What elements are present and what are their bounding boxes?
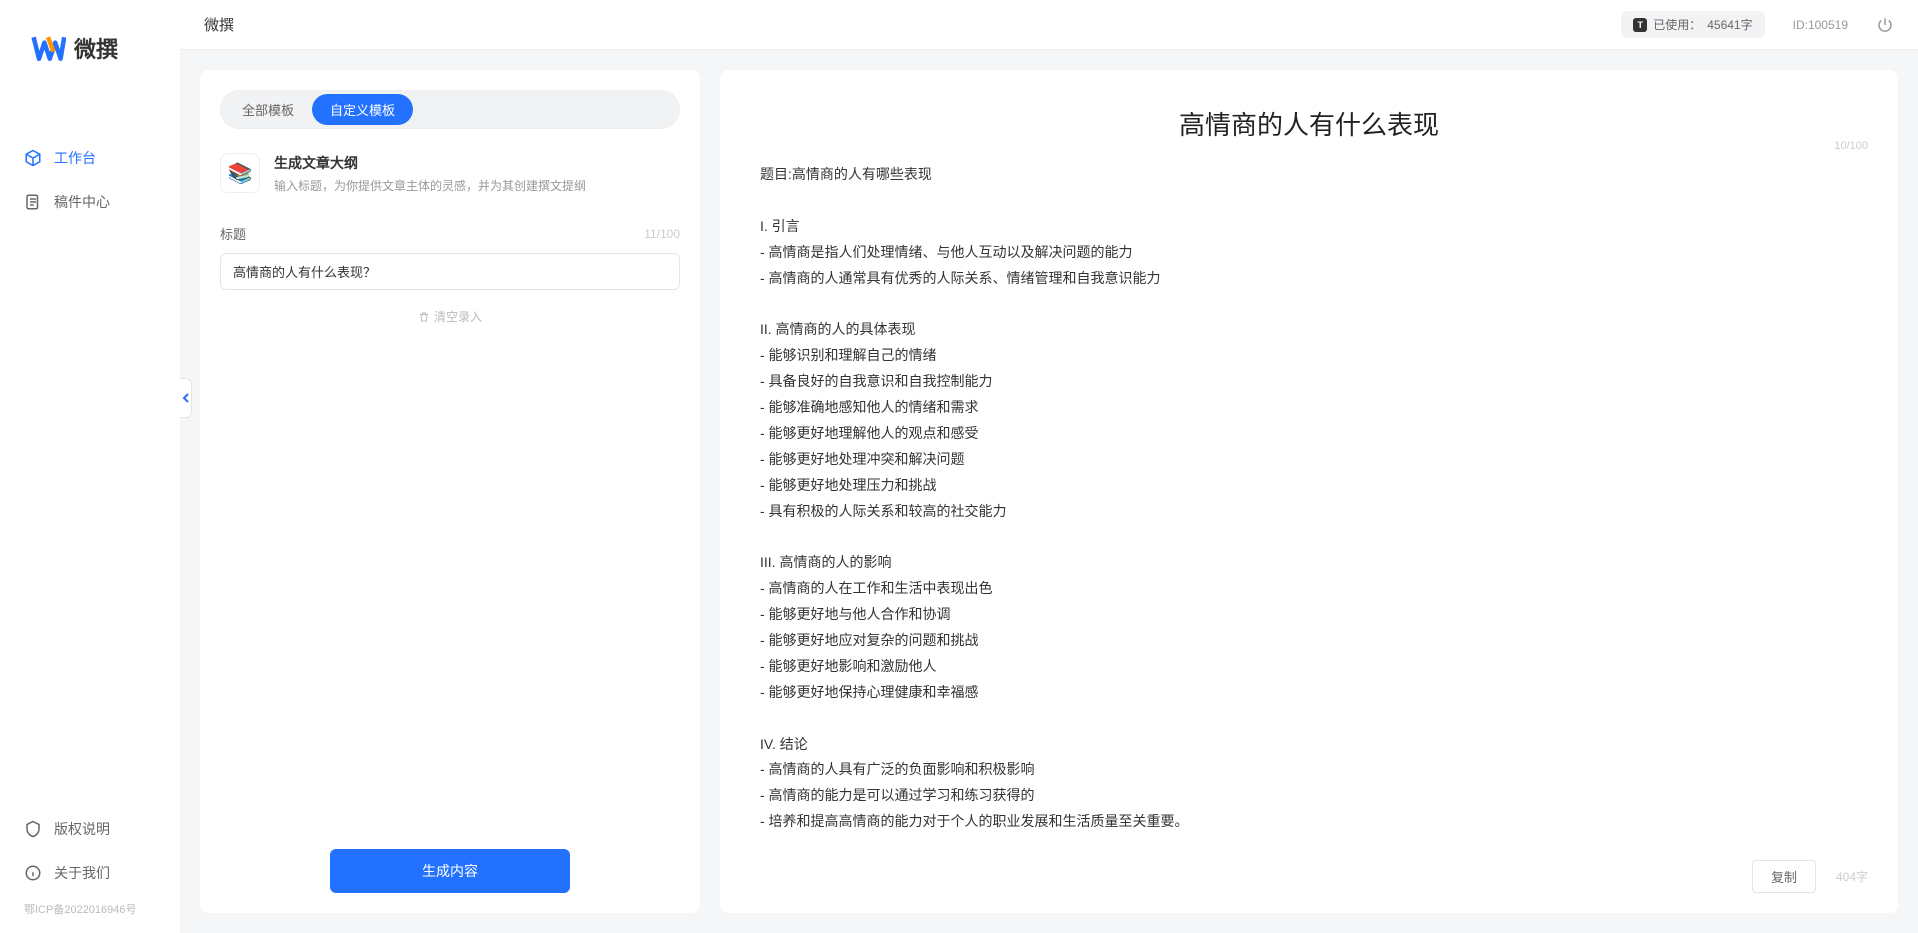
info-icon — [24, 864, 42, 882]
field-label: 标题 — [220, 224, 246, 243]
input-panel: 全部模板 自定义模板 📚 生成文章大纲 输入标题，为你提供文章主体的灵感，并为其… — [200, 70, 700, 913]
nav-label: 版权说明 — [54, 819, 110, 839]
tab-custom-templates[interactable]: 自定义模板 — [312, 94, 413, 125]
field-counter: 11/100 — [644, 227, 680, 241]
text-icon: T — [1633, 18, 1647, 32]
title-field-group: 标题 11/100 — [220, 224, 680, 290]
title-input[interactable] — [220, 253, 680, 290]
page-title: 微撰 — [204, 14, 234, 35]
template-icon: 📚 — [220, 153, 260, 193]
tab-all-templates[interactable]: 全部模板 — [224, 94, 312, 125]
trash-icon — [418, 311, 430, 323]
nav: 工作台 稿件中心 — [0, 86, 180, 807]
nav-label: 工作台 — [54, 148, 96, 168]
output-panel: 高情商的人有什么表现 10/100 题目:高情商的人有哪些表现 I. 引言 - … — [720, 70, 1898, 913]
template-card: 📚 生成文章大纲 输入标题，为你提供文章主体的灵感，并为其创建撰文提纲 — [220, 153, 680, 194]
nav-label: 关于我们 — [54, 863, 110, 883]
generate-button[interactable]: 生成内容 — [330, 849, 570, 893]
chevron-left-icon — [181, 393, 191, 403]
nav-bottom: 版权说明 关于我们 鄂ICP备2022016946号 — [0, 807, 180, 933]
logo-icon — [30, 30, 66, 66]
logo-text: 微撰 — [74, 32, 118, 64]
topbar-right: T 已使用： 45641字 ID:100519 — [1621, 11, 1894, 38]
collapse-sidebar-button[interactable] — [180, 378, 192, 418]
doc-icon — [24, 193, 42, 211]
icp-link[interactable]: 鄂ICP备2022016946号 — [0, 895, 180, 923]
template-title: 生成文章大纲 — [274, 153, 680, 173]
nav-copyright[interactable]: 版权说明 — [0, 807, 180, 851]
logo[interactable]: 微撰 — [0, 0, 180, 86]
shield-icon — [24, 820, 42, 838]
nav-label: 稿件中心 — [54, 192, 110, 212]
output-footer: 复制 404字 — [1752, 860, 1868, 893]
sidebar: 微撰 工作台 稿件中心 版权说明 — [0, 0, 180, 933]
main: 微撰 T 已使用： 45641字 ID:100519 全部模板 自定义模板 — [180, 0, 1918, 933]
clear-label: 清空录入 — [434, 308, 482, 325]
usage-prefix: 已使用： — [1653, 16, 1701, 33]
topbar: 微撰 T 已使用： 45641字 ID:100519 — [180, 0, 1918, 50]
nav-drafts[interactable]: 稿件中心 — [0, 180, 180, 224]
template-tabs: 全部模板 自定义模板 — [220, 90, 680, 129]
power-button[interactable] — [1876, 16, 1894, 34]
user-id: ID:100519 — [1793, 18, 1848, 32]
output-body[interactable]: 题目:高情商的人有哪些表现 I. 引言 - 高情商是指人们处理情绪、与他人互动以… — [750, 162, 1868, 835]
nav-about[interactable]: 关于我们 — [0, 851, 180, 895]
usage-value: 45641字 — [1707, 16, 1752, 33]
template-desc: 输入标题，为你提供文章主体的灵感，并为其创建撰文提纲 — [274, 177, 680, 194]
power-icon — [1876, 16, 1894, 34]
output-title[interactable]: 高情商的人有什么表现 — [1179, 105, 1439, 142]
nav-workspace[interactable]: 工作台 — [0, 136, 180, 180]
clear-input-button[interactable]: 清空录入 — [220, 308, 680, 325]
content: 全部模板 自定义模板 📚 生成文章大纲 输入标题，为你提供文章主体的灵感，并为其… — [180, 50, 1918, 933]
output-title-counter: 10/100 — [1834, 140, 1868, 152]
usage-badge[interactable]: T 已使用： 45641字 — [1621, 11, 1764, 38]
copy-button[interactable]: 复制 — [1752, 860, 1816, 893]
word-count: 404字 — [1836, 868, 1868, 885]
cube-icon — [24, 149, 42, 167]
